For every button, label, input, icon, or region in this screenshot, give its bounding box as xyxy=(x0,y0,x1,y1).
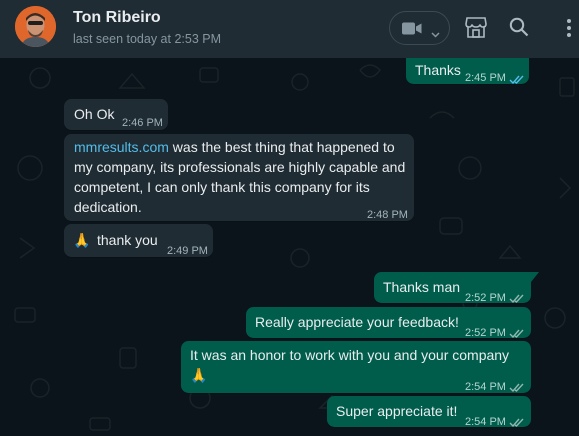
message-bubble-incoming[interactable]: Oh Ok 2:46 PM xyxy=(64,99,168,130)
message-link[interactable]: mmresults.com xyxy=(74,139,169,155)
message-bubble-outgoing[interactable]: Super appreciate it! 2:54 PM xyxy=(327,396,531,428)
video-call-button[interactable] xyxy=(389,11,450,45)
message-text: Super appreciate it! xyxy=(336,403,458,419)
message-time: 2:48 PM xyxy=(367,209,408,221)
message-emoji: 🙏 xyxy=(73,232,91,248)
shop-icon[interactable] xyxy=(465,17,487,43)
message-text: Thanks xyxy=(415,62,461,78)
message-bubble-outgoing[interactable]: Really appreciate your feedback! 2:52 PM xyxy=(246,307,531,339)
message-text: Really appreciate your feedback! xyxy=(255,314,459,330)
message-time: 2:45 PM xyxy=(465,72,506,84)
message-text: thank you xyxy=(97,232,158,248)
contact-avatar[interactable] xyxy=(15,6,56,47)
message-emoji: 🙏 xyxy=(190,367,208,383)
message-bubble-incoming[interactable]: mmresults.com was the best thing that ha… xyxy=(64,134,414,221)
read-ticks-icon xyxy=(509,70,524,90)
chat-header: Ton Ribeiro last seen today at 2:53 PM xyxy=(0,0,579,58)
delivered-ticks-icon xyxy=(509,413,524,433)
delivered-ticks-icon xyxy=(509,378,524,398)
message-text: Oh Ok xyxy=(74,106,115,122)
chevron-down-icon xyxy=(431,25,440,43)
last-seen-status: last seen today at 2:53 PM xyxy=(73,32,222,46)
delivered-ticks-icon xyxy=(509,289,524,309)
message-time: 2:49 PM xyxy=(167,245,208,257)
message-bubble-incoming[interactable]: 🙏 thank you 2:49 PM xyxy=(64,224,213,257)
search-icon[interactable] xyxy=(509,17,529,42)
message-bubble-outgoing[interactable]: Thanks man 2:52 PM xyxy=(374,272,531,304)
message-bubble-outgoing[interactable]: Thanks 2:45 PM xyxy=(406,58,529,85)
message-text: It was an honor to work with you and you… xyxy=(190,347,510,363)
message-text: Thanks man xyxy=(383,279,461,295)
video-call-icon xyxy=(402,22,422,40)
message-time: 2:54 PM xyxy=(465,416,506,428)
bubble-tail xyxy=(531,272,539,290)
message-text: mmresults.com was the best thing that ha… xyxy=(74,137,406,217)
message-time: 2:52 PM xyxy=(465,292,506,304)
message-time: 2:52 PM xyxy=(465,327,506,339)
menu-icon[interactable] xyxy=(566,18,572,43)
message-time: 2:46 PM xyxy=(122,117,163,129)
contact-name[interactable]: Ton Ribeiro xyxy=(73,9,161,27)
message-bubble-outgoing[interactable]: It was an honor to work with you and you… xyxy=(181,341,531,393)
message-time: 2:54 PM xyxy=(465,381,506,393)
message-list[interactable]: Thanks 2:45 PM Oh Ok 2:46 PM mmresults.c… xyxy=(0,58,579,436)
